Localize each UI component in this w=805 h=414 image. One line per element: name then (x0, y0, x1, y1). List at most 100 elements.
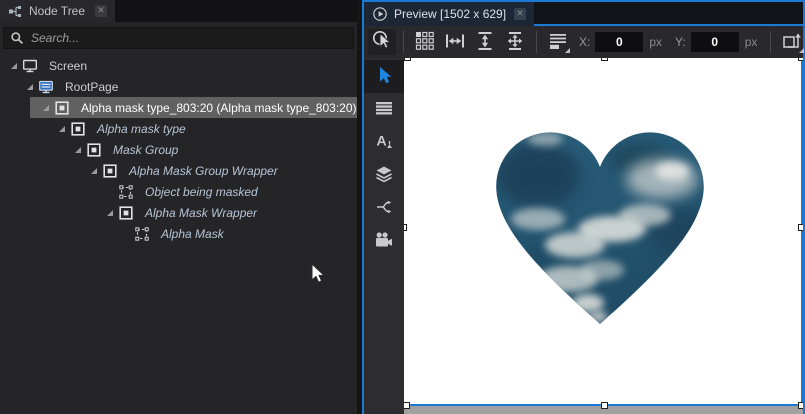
fit-height-button[interactable] (471, 29, 499, 55)
x-unit-label: px (649, 35, 662, 49)
bounds-icon (134, 226, 150, 242)
tree-row[interactable]: Alpha mask type_803:20 (Alpha mask type_… (0, 97, 357, 118)
node2d-icon (102, 163, 118, 179)
preview-canvas[interactable] (404, 58, 803, 414)
node-tree-tabbar: Node Tree ✕ (0, 0, 357, 22)
node-tree: Screen RootPage Alpha mask type_803:20 (Al… (0, 55, 357, 244)
tree-row-label: Mask Group (104, 143, 178, 157)
grid-view-button[interactable] (364, 93, 404, 126)
x-label: X: (579, 35, 590, 49)
tree-row[interactable]: Screen (0, 55, 357, 76)
tab-preview[interactable]: Preview [1502 x 629] ✕ (364, 2, 534, 26)
dropdown-caret-icon (799, 48, 804, 53)
preview-panel: Preview [1502 x 629] ✕ X: 0 px Y: 0 px A (362, 0, 805, 414)
align-button[interactable] (544, 29, 572, 55)
selection-handle[interactable] (601, 58, 608, 61)
connections-button[interactable] (364, 192, 404, 225)
expander-icon[interactable] (86, 167, 102, 175)
node-tree-panel: Node Tree ✕ Screen RootPage Alpha mask typ… (0, 0, 357, 414)
selection-handle[interactable] (404, 58, 411, 61)
close-icon[interactable]: ✕ (95, 5, 107, 17)
selection-handle[interactable] (601, 402, 608, 409)
node2d-icon (70, 121, 86, 137)
bounds-icon (118, 184, 134, 200)
tree-row-label: Object being masked (136, 185, 258, 199)
tree-row[interactable]: Alpha Mask (0, 223, 357, 244)
selection-handle[interactable] (404, 224, 407, 231)
tree-row-label: Screen (40, 59, 87, 73)
y-label: Y: (675, 35, 686, 49)
play-circle-icon (372, 6, 388, 22)
expander-icon[interactable] (22, 83, 38, 91)
fit-width-button[interactable] (441, 29, 469, 55)
rootpage-icon (38, 79, 54, 95)
toolbar-separator (770, 31, 771, 53)
node-tree-icon (8, 4, 23, 19)
text-tool-icon: A (374, 131, 394, 154)
selection-handle[interactable] (798, 402, 803, 409)
x-position-input[interactable]: 0 (595, 32, 643, 52)
interaction-tool-icon (371, 29, 394, 55)
tab-preview-label: Preview [1502 x 629] (394, 7, 506, 21)
fit-screen-icon (504, 30, 526, 55)
camera-icon (374, 230, 394, 253)
close-icon[interactable]: ✕ (514, 8, 526, 20)
tree-row[interactable]: Mask Group (0, 139, 357, 160)
search-icon (10, 31, 24, 45)
tree-row-label: Alpha Mask Group Wrapper (120, 164, 278, 178)
tab-node-tree-label: Node Tree (29, 4, 85, 18)
expander-icon[interactable] (38, 104, 54, 112)
preview-toolbar: X: 0 px Y: 0 px (364, 26, 803, 58)
tree-row[interactable]: Alpha mask type (0, 118, 357, 139)
expander-icon[interactable] (70, 146, 86, 154)
tree-row-label: Alpha Mask Wrapper (136, 206, 257, 220)
tree-row[interactable]: RootPage (0, 76, 357, 97)
tree-row[interactable]: Alpha Mask Wrapper (0, 202, 357, 223)
y-position-input[interactable]: 0 (691, 32, 739, 52)
layers-button[interactable] (364, 159, 404, 192)
preview-side-toolbar: A (364, 58, 404, 414)
node2d-icon (118, 205, 134, 221)
grid-icon (415, 31, 435, 54)
fit-height-icon (475, 30, 495, 55)
toolbar-separator (536, 31, 537, 53)
selection-handle[interactable] (798, 224, 803, 231)
flow-icon (374, 197, 394, 220)
selection-border-right (801, 58, 803, 406)
tree-row-label: Alpha mask type (88, 122, 186, 136)
dropdown-caret-icon (565, 48, 570, 53)
selection-handle[interactable] (798, 58, 803, 61)
tree-row-label: Alpha mask type_803:20 (Alpha mask type_… (72, 101, 357, 115)
expander-icon[interactable] (102, 209, 118, 217)
tree-row[interactable]: Object being masked (0, 181, 357, 202)
expander-icon[interactable] (54, 125, 70, 133)
tree-row-label: Alpha Mask (152, 227, 224, 241)
node2d-icon (86, 142, 102, 158)
search-input[interactable] (31, 31, 347, 45)
search-box[interactable] (3, 27, 354, 49)
fit-screen-button[interactable] (501, 29, 529, 55)
table-icon (374, 98, 394, 121)
layers-icon (374, 164, 394, 187)
expander-icon[interactable] (6, 62, 22, 70)
alpha-mask-heart-image (490, 127, 710, 337)
tab-node-tree[interactable]: Node Tree ✕ (0, 0, 115, 22)
select-tool-button[interactable] (364, 60, 404, 93)
camera-button[interactable] (364, 225, 404, 258)
interaction-tool-button[interactable] (368, 29, 396, 55)
grid-button[interactable] (411, 29, 439, 55)
svg-text:A: A (377, 133, 387, 149)
preview-tabbar: Preview [1502 x 629] ✕ (364, 2, 803, 26)
tree-row[interactable]: Alpha Mask Group Wrapper (0, 160, 357, 181)
select-cursor-icon (374, 65, 394, 88)
node2d-icon (54, 100, 70, 116)
preview-content: A (364, 58, 803, 414)
text-tool-button[interactable]: A (364, 126, 404, 159)
selection-handle[interactable] (404, 402, 410, 409)
toolbar-separator (403, 31, 404, 53)
tree-row-label: RootPage (56, 80, 118, 94)
fit-width-icon (444, 31, 466, 54)
y-unit-label: px (745, 35, 758, 49)
transform-button[interactable] (778, 29, 805, 55)
screen-icon (22, 58, 38, 74)
